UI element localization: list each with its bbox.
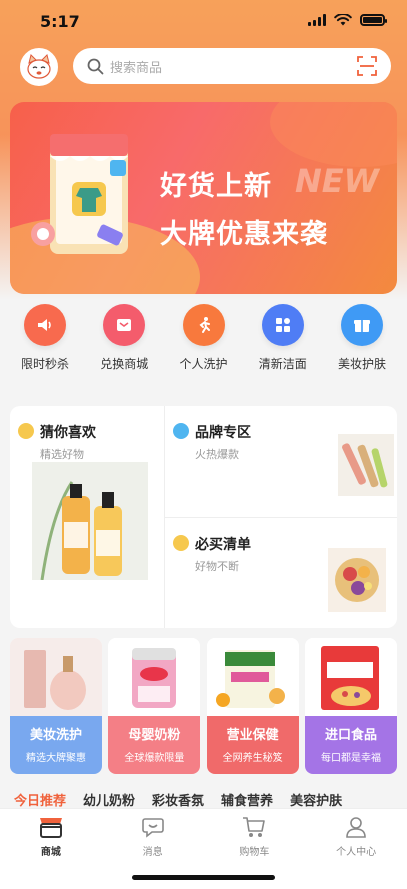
product-caption: 进口食品 每口都是幸福 bbox=[304, 716, 397, 774]
product-card-beauty[interactable]: 美妆洗护 精选大牌聚惠 bbox=[10, 638, 102, 774]
category-row: 限时秒杀 兑换商城 个人洗护 清新洁面 美妆护肤 bbox=[0, 304, 407, 386]
store-icon bbox=[39, 818, 62, 838]
category-label: 个人洗护 bbox=[179, 357, 228, 371]
category-label: 限时秒杀 bbox=[20, 357, 69, 371]
category-personal-care[interactable]: 个人洗护 bbox=[173, 304, 235, 386]
recommend-subtitle: 好物不断 bbox=[195, 560, 239, 573]
speaker-icon bbox=[24, 304, 66, 346]
home-indicator bbox=[132, 875, 275, 880]
status-bar: 5:17 bbox=[0, 0, 407, 44]
coin-icon bbox=[173, 535, 189, 551]
recommend-panel: 猜你喜欢 精选好物 品牌专区 火热爆款 必买清单 好物不断 bbox=[10, 406, 397, 628]
product-title: 进口食品 bbox=[324, 728, 377, 743]
tab-makeup-fragrance[interactable]: 彩妆香氛 bbox=[152, 790, 204, 808]
banner-new-deco: NEW bbox=[295, 162, 379, 200]
formula-product-image bbox=[108, 638, 201, 718]
product-subtitle: 每口都是幸福 bbox=[320, 753, 381, 764]
tabbar-label: 消息 bbox=[142, 847, 163, 858]
signal-icon bbox=[308, 14, 326, 26]
tab-skincare[interactable]: 美容护肤 bbox=[290, 790, 342, 808]
recommend-title: 猜你喜欢 bbox=[40, 425, 96, 441]
fruit-bowl-image bbox=[328, 548, 386, 612]
product-caption: 营业保健 全网养生秘笈 bbox=[206, 716, 299, 774]
person-icon bbox=[346, 817, 366, 838]
divider bbox=[165, 517, 397, 518]
tab-food-nutrition[interactable]: 辅食营养 bbox=[221, 790, 273, 808]
tabbar-item-profile[interactable]: 个人中心 bbox=[321, 815, 391, 889]
lucky-cat-icon bbox=[22, 50, 56, 84]
product-card-baby-formula[interactable]: 母婴奶粉 全球爆款限量 bbox=[108, 638, 201, 774]
tabbar-item-store[interactable]: 商城 bbox=[16, 815, 86, 889]
product-title: 母婴奶粉 bbox=[128, 728, 181, 743]
category-label: 清新洁面 bbox=[258, 357, 307, 371]
product-subtitle: 全网养生秘笈 bbox=[222, 753, 283, 764]
product-subtitle: 精选大牌聚惠 bbox=[26, 753, 86, 764]
scan-icon[interactable] bbox=[357, 56, 377, 76]
wave-icon bbox=[173, 423, 189, 439]
category-label: 美妆护肤 bbox=[337, 357, 386, 371]
banner-title: 好货上新 bbox=[160, 171, 272, 202]
product-cards: 美妆洗护 精选大牌聚惠 母婴奶粉 全球爆款限量 营业保健 全网养生秘笈 进口食品… bbox=[10, 638, 397, 774]
tabbar-label: 购物车 bbox=[239, 847, 270, 858]
category-cleansing[interactable]: 清新洁面 bbox=[252, 304, 314, 386]
search-placeholder: 搜索商品 bbox=[110, 60, 163, 76]
shampoo-product-image bbox=[32, 462, 148, 580]
probiotic-product-image bbox=[206, 638, 299, 718]
status-icons bbox=[308, 14, 387, 26]
cart-icon bbox=[243, 817, 266, 837]
tabbar-label: 个人中心 bbox=[336, 847, 377, 858]
category-exchange-mall[interactable]: 兑换商城 bbox=[93, 304, 155, 386]
coin-icon bbox=[18, 423, 34, 439]
category-tabs: 今日推荐 幼儿奶粉 彩妆香氛 辅食营养 美容护肤 bbox=[0, 790, 407, 808]
tabbar-label: 商城 bbox=[40, 847, 61, 858]
category-flash-sale[interactable]: 限时秒杀 bbox=[14, 304, 76, 386]
tab-today-recommend[interactable]: 今日推荐 bbox=[14, 790, 66, 808]
product-caption: 美妆洗护 精选大牌聚惠 bbox=[10, 716, 102, 774]
search-bar[interactable]: 搜索商品 bbox=[73, 48, 391, 84]
wifi-icon bbox=[334, 14, 352, 26]
message-icon bbox=[141, 818, 164, 838]
recommend-title: 品牌专区 bbox=[195, 425, 251, 441]
runner-icon bbox=[182, 304, 225, 346]
recommend-title: 必买清单 bbox=[195, 537, 251, 553]
cereal-product-image bbox=[304, 638, 397, 718]
product-card-health[interactable]: 营业保健 全网养生秘笈 bbox=[206, 638, 299, 774]
product-title: 美妆洗护 bbox=[29, 728, 82, 743]
product-title: 营业保健 bbox=[226, 728, 279, 743]
recommend-subtitle: 精选好物 bbox=[40, 448, 84, 461]
avatar[interactable] bbox=[20, 48, 58, 86]
gift-card-icon bbox=[103, 304, 146, 346]
battery-icon bbox=[360, 14, 387, 26]
gift-icon bbox=[341, 304, 383, 346]
promo-banner[interactable]: NEW 好货上新 大牌优惠来袭 bbox=[10, 102, 397, 294]
grid-icon bbox=[261, 304, 304, 346]
cosmetics-product-image bbox=[338, 434, 394, 496]
banner-subtitle: 大牌优惠来袭 bbox=[160, 219, 328, 250]
product-subtitle: 全球爆款限量 bbox=[124, 753, 185, 764]
status-time: 5:17 bbox=[40, 12, 80, 31]
category-label: 兑换商城 bbox=[100, 357, 149, 371]
skincare-product-image bbox=[10, 638, 102, 718]
search-icon bbox=[87, 58, 104, 74]
product-caption: 母婴奶粉 全球爆款限量 bbox=[108, 716, 201, 774]
recommend-subtitle: 火热爆款 bbox=[195, 448, 239, 461]
tab-infant-formula[interactable]: 幼儿奶粉 bbox=[83, 790, 135, 808]
category-beauty[interactable]: 美妆护肤 bbox=[331, 304, 393, 386]
product-card-imported-food[interactable]: 进口食品 每口都是幸福 bbox=[304, 638, 397, 774]
